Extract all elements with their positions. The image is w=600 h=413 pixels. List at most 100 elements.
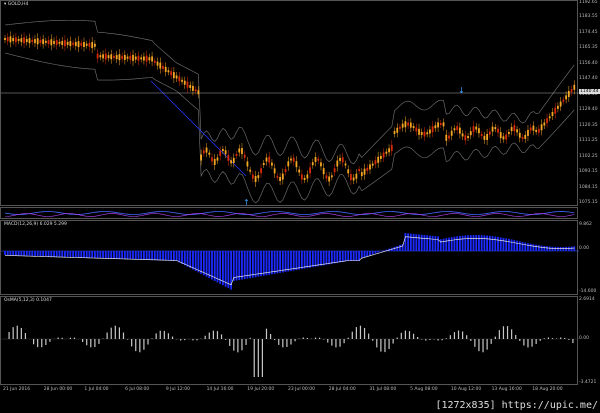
macd-pane[interactable]: MACD(12,26,9) 6.029 5.299 [0,220,579,295]
macd-bar [317,251,320,267]
osma-bar [82,339,84,343]
candle-body [14,37,17,43]
macd-bar [241,251,243,280]
macd-bar [134,251,137,260]
candle-body [551,112,554,116]
candle-body [170,71,173,76]
macd-bar [42,251,45,257]
macd-bar [502,237,505,251]
time-tick: 31 Jul 08:00 [369,387,397,392]
osma-bar [269,333,272,339]
macd-bar [132,251,134,260]
osma-bar [57,337,59,339]
candle-body [366,167,369,171]
osma-bar [425,339,427,341]
macd-bar [194,251,197,271]
macd-bar [562,246,565,251]
price-tick: 1075.15 [579,200,598,205]
macd-bar [88,251,91,258]
macd-bar [339,251,341,263]
candle-body [388,148,390,153]
macd-bar [61,251,64,257]
osma-bar [490,339,492,344]
osma-bar [86,339,88,346]
macd-bar [415,234,418,251]
macd-bar [369,251,371,256]
macd-bar [123,251,126,260]
osma-bar [457,330,460,339]
macd-bar [404,233,407,251]
candle-body [524,134,527,139]
macd-bar [467,235,469,251]
indicator-strip-pane[interactable] [0,207,578,219]
osma-bar [400,332,402,339]
osma-bar [282,339,284,348]
candle-body [502,136,505,140]
price-axis: 1192.65 1183.55 1174.45 1165.35 1156.40 1147.… [578,0,600,206]
osma-bar [527,339,529,348]
candle-body [467,136,469,139]
price-tick: 1129.40 [579,107,598,112]
macd-bar [456,236,459,251]
macd-bar [12,251,15,256]
osma-bar [155,333,157,339]
candle-body [99,55,102,58]
candle-body [516,129,518,133]
macd-bar [175,251,178,261]
candle-body [9,36,12,43]
macd-bar [17,251,20,256]
candle-body [336,160,339,167]
macd-bar [287,251,290,272]
macd-bar [197,251,200,273]
candle-body [344,163,347,166]
macd-bar [513,240,516,251]
price-chart-pane[interactable]: ▾ GOLD,H4 ↑ ↓ [0,0,579,207]
candle-body [317,158,320,161]
strip-line-2 [4,213,575,217]
osma-bar [212,330,214,339]
macd-bar [118,251,121,259]
osma-bar [396,337,398,339]
candle-body [216,157,219,161]
osma-bar [506,326,509,339]
macd-bar [437,236,439,251]
candle-body [415,127,418,132]
time-tick: 9 Jul 12:00 [165,387,190,392]
osma-bar [180,339,182,341]
osma-bar [90,339,92,348]
time-tick: 21 Jun 2016 [3,387,31,392]
osma-bar [474,339,476,347]
osma-pane[interactable]: OsMA(5,12,3) 0.1047 [0,296,579,385]
candle-body [352,177,355,181]
candle-body [287,161,290,167]
candle-body [134,56,137,60]
candle-body [491,126,494,132]
osma-bar [519,339,521,341]
osma-bar [339,339,341,347]
osma-bar [41,339,43,348]
time-tick: 1 Jul 04:00 [84,387,109,392]
macd-bar [524,242,527,251]
macd-bar [227,251,230,289]
osma-bar [245,339,247,345]
macd-bar [350,251,352,261]
macd-bar [211,251,213,280]
macd-bar [336,251,339,263]
macd-bar [529,243,532,251]
candle-body [113,55,115,58]
candle-body [437,122,439,128]
macd-bar [448,237,450,251]
price-tick: 1120.35 [579,123,598,128]
macd-bar [341,251,344,262]
macd-bar [494,236,497,251]
osma-bar [126,339,129,340]
osma-bar [37,339,39,348]
osma-bar [274,339,276,341]
price-tick: 1192.65 [579,0,598,5]
macd-bar [573,246,576,251]
macd-bar [396,245,399,251]
osma-bar [568,339,570,340]
candle-body [143,56,145,61]
macd-bar [306,251,309,269]
candle-body [208,152,211,155]
